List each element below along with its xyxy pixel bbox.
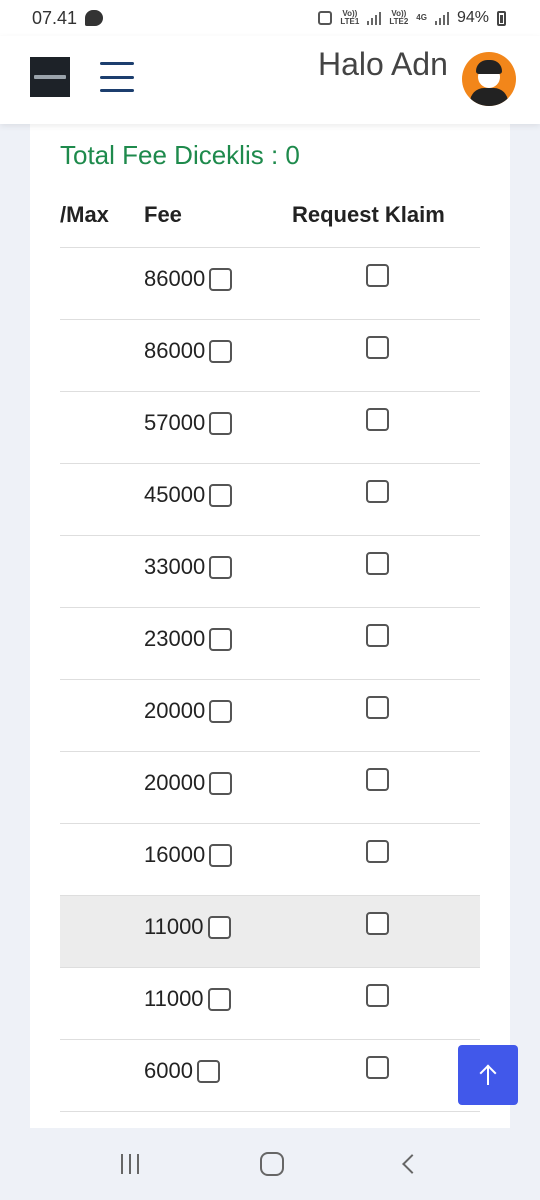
app-header: Halo Adn — [0, 36, 540, 124]
request-klaim-checkbox[interactable] — [366, 480, 389, 503]
menu-icon[interactable] — [100, 62, 134, 92]
battery-percent: 94% — [456, 9, 489, 26]
alarm-icon — [318, 11, 333, 25]
message-notification-icon — [85, 10, 104, 26]
sim1-indicator: Vo)) LTE1 — [340, 9, 360, 26]
table-row: 20000 — [60, 751, 480, 823]
fee-checkbox[interactable] — [209, 699, 233, 723]
signal-sim2-icon — [434, 11, 449, 25]
fee-checkbox[interactable] — [209, 627, 233, 651]
home-button[interactable] — [259, 1152, 284, 1176]
fee-value: 86000 — [144, 338, 206, 363]
column-header-max: /Max — [60, 202, 109, 227]
table-row: 16000 — [60, 823, 480, 895]
fee-value: 20000 — [144, 770, 206, 795]
table-row: 20000 — [60, 679, 480, 751]
request-klaim-checkbox[interactable] — [366, 840, 389, 863]
status-left: 07.41 — [32, 7, 104, 29]
fee-checkbox[interactable] — [209, 771, 233, 795]
table-row: 57000 — [60, 391, 480, 463]
request-klaim-checkbox[interactable] — [366, 336, 389, 359]
recent-apps-button[interactable] — [120, 1154, 139, 1174]
fee-table-body: 86000 86000 57000 45000 33000 23000 2000… — [60, 247, 480, 1128]
request-klaim-checkbox[interactable] — [366, 696, 389, 719]
status-right: Vo)) LTE1 Vo)) LTE2 4G 94% — [318, 9, 506, 27]
fee-checkbox[interactable] — [209, 483, 233, 507]
fee-checkbox[interactable] — [207, 915, 231, 939]
arrow-up-icon — [479, 1065, 497, 1085]
user-greeting: Halo Adn — [318, 46, 448, 82]
fee-checkbox[interactable] — [209, 411, 233, 435]
table-row: 23000 — [60, 607, 480, 679]
fee-value: 23000 — [144, 626, 206, 651]
fee-checkbox[interactable] — [209, 339, 233, 363]
fee-checkbox[interactable] — [209, 267, 233, 291]
table-row: 11000 — [60, 967, 480, 1039]
fee-checkbox[interactable] — [196, 1059, 220, 1083]
request-klaim-checkbox[interactable] — [366, 912, 389, 935]
fee-value: 45000 — [144, 482, 206, 507]
request-klaim-checkbox[interactable] — [366, 768, 389, 791]
network-type: 4G — [416, 13, 427, 22]
table-row: 86000 — [60, 247, 480, 319]
total-fee-checked: Total Fee Diceklis : 0 — [60, 140, 300, 170]
fee-value: 86000 — [144, 266, 206, 291]
table-row-partial — [60, 1111, 480, 1128]
status-time: 07.41 — [32, 7, 78, 28]
system-nav-bar — [0, 1128, 540, 1200]
fee-value: 6000 — [144, 1058, 193, 1083]
table-row-hovered: 11000 — [60, 895, 480, 967]
fee-card: Total Fee Diceklis : 0 /Max Fee Request … — [30, 124, 510, 1128]
battery-icon — [497, 10, 506, 26]
request-klaim-checkbox[interactable] — [366, 1056, 389, 1079]
back-button[interactable] — [402, 1154, 423, 1174]
fee-value: 33000 — [144, 554, 206, 579]
signal-sim1-icon — [367, 11, 382, 25]
status-bar: 07.41 Vo)) LTE1 Vo)) LTE2 4G 94% — [0, 0, 540, 36]
fee-value: 16000 — [144, 842, 206, 867]
fee-value: 57000 — [144, 410, 206, 435]
column-header-request-klaim: Request Klaim — [292, 202, 445, 227]
fee-checkbox[interactable] — [209, 555, 233, 579]
table-row: 6000 — [60, 1039, 480, 1111]
request-klaim-checkbox[interactable] — [366, 552, 389, 575]
request-klaim-checkbox[interactable] — [366, 624, 389, 647]
column-header-fee: Fee — [144, 202, 182, 227]
table-row: 45000 — [60, 463, 480, 535]
sim2-indicator: Vo)) LTE2 — [389, 9, 409, 26]
fee-checkbox[interactable] — [207, 987, 231, 1011]
fee-value: 20000 — [144, 698, 206, 723]
request-klaim-checkbox[interactable] — [366, 408, 389, 431]
table-row: 86000 — [60, 319, 480, 391]
scroll-to-top-button[interactable] — [458, 1045, 518, 1105]
request-klaim-checkbox[interactable] — [366, 984, 389, 1007]
fee-value: 11000 — [144, 986, 204, 1011]
request-klaim-checkbox[interactable] — [366, 264, 389, 287]
fee-checkbox[interactable] — [209, 843, 233, 867]
fee-value: 11000 — [144, 914, 204, 939]
app-logo[interactable] — [30, 57, 70, 97]
table-row: 33000 — [60, 535, 480, 607]
avatar[interactable] — [462, 52, 516, 106]
